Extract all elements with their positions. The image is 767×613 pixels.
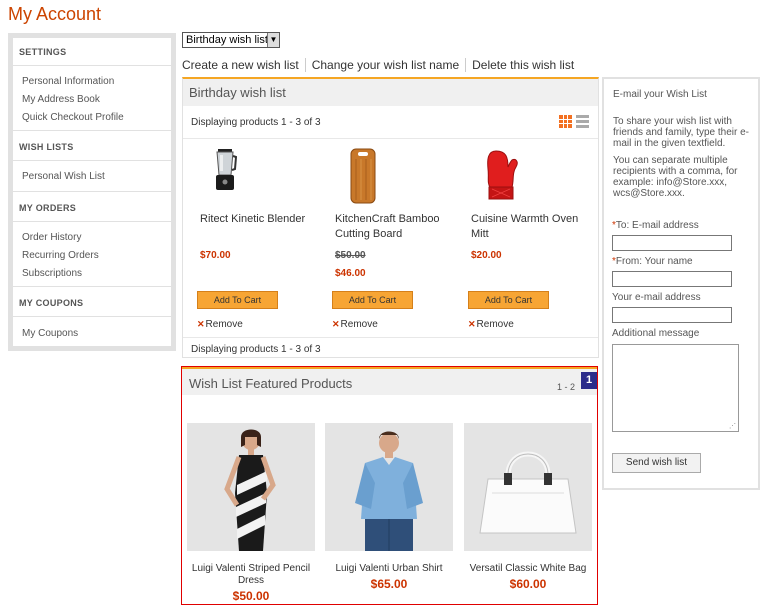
- list-view-icon[interactable]: [576, 115, 589, 128]
- close-icon: ✕: [197, 319, 205, 329]
- featured-paging: 1 - 2: [556, 382, 575, 392]
- delete-wish-list-link[interactable]: Delete this wish list: [472, 58, 574, 72]
- wish-list-actions: Create a new wish list Change your wish …: [182, 58, 574, 72]
- remove-link[interactable]: ✕Remove: [468, 319, 514, 330]
- sidebar-heading-wish-lists: WISH LISTS: [19, 142, 74, 152]
- product-name[interactable]: Cuisine Warmth Oven Mitt: [471, 212, 591, 242]
- wish-list-title: Birthday wish list: [183, 79, 598, 106]
- sidebar-item-personal-wish-list[interactable]: Personal Wish List: [22, 171, 105, 182]
- sidebar-heading-my-coupons: MY COUPONS: [19, 298, 84, 308]
- bag-image[interactable]: [464, 423, 592, 551]
- send-wish-list-button[interactable]: Send wish list: [612, 453, 701, 473]
- divider: [13, 316, 171, 317]
- chevron-down-icon[interactable]: ▼: [267, 33, 279, 47]
- featured-product-price: $65.00: [370, 577, 408, 591]
- featured-product-name[interactable]: Versatil Classic White Bag: [464, 563, 592, 575]
- from-name-label-text: From: Your name: [615, 256, 693, 267]
- from-name-label: *From: Your name: [612, 256, 693, 267]
- featured-product: Versatil Classic White Bag $60.00: [464, 423, 592, 591]
- message-label: Additional message: [612, 328, 700, 339]
- wish-list-product: Cuisine Warmth Oven Mitt $20.00 Add To C…: [468, 147, 598, 330]
- resize-grip-icon[interactable]: ⋰: [729, 422, 736, 430]
- featured-product-price: $60.00: [509, 577, 547, 591]
- divider: [304, 58, 306, 72]
- divider: [13, 221, 171, 222]
- divider: [13, 286, 171, 287]
- featured-product-price: $50.00: [232, 589, 270, 603]
- product-price: $20.00: [471, 250, 502, 261]
- product-old-price: $50.00: [335, 250, 366, 261]
- add-to-cart-button[interactable]: Add To Cart: [332, 291, 413, 309]
- add-to-cart-button[interactable]: Add To Cart: [468, 291, 549, 309]
- featured-product: Luigi Valenti Striped Pencil Dress $50.0…: [187, 423, 315, 603]
- your-email-input[interactable]: [612, 307, 732, 323]
- remove-label: Remove: [476, 319, 514, 330]
- sidebar-item-order-history[interactable]: Order History: [22, 232, 81, 243]
- remove-link[interactable]: ✕Remove: [332, 319, 378, 330]
- cutting-board-image[interactable]: [332, 147, 462, 204]
- sidebar-item-subscriptions[interactable]: Subscriptions: [22, 268, 82, 279]
- divider: [465, 58, 467, 72]
- email-instructions: To share your wish list with friends and…: [613, 116, 749, 149]
- wish-list-panel: Birthday wish list Displaying products 1…: [182, 77, 599, 358]
- displaying-count-bottom: Displaying products 1 - 3 of 3: [191, 344, 321, 355]
- divider: [13, 130, 171, 131]
- product-name[interactable]: Ritect Kinetic Blender: [200, 212, 320, 227]
- sidebar-item-address-book[interactable]: My Address Book: [22, 94, 100, 105]
- wish-list-product: Ritect Kinetic Blender $70.00 Add To Car…: [197, 147, 327, 330]
- wish-list-select-value: Birthday wish list: [186, 34, 268, 46]
- dress-image[interactable]: [187, 423, 315, 551]
- sidebar-item-recurring-orders[interactable]: Recurring Orders: [22, 250, 99, 261]
- remove-label: Remove: [205, 319, 243, 330]
- displaying-count-top: Displaying products 1 - 3 of 3: [191, 117, 321, 128]
- featured-header: Wish List Featured Products 1 - 2 1: [182, 367, 597, 395]
- sidebar-item-quick-checkout-profile[interactable]: Quick Checkout Profile: [22, 112, 124, 123]
- account-sidebar: SETTINGS Personal Information My Address…: [8, 33, 176, 351]
- featured-products-panel: Wish List Featured Products 1 - 2 1 Luig…: [181, 366, 598, 605]
- from-name-input[interactable]: [612, 271, 732, 287]
- close-icon: ✕: [468, 319, 476, 329]
- page-title: My Account: [8, 4, 102, 24]
- grid-view-icon[interactable]: [559, 115, 572, 128]
- sidebar-item-personal-information[interactable]: Personal Information: [22, 76, 114, 87]
- product-price: $70.00: [200, 250, 231, 261]
- remove-label: Remove: [340, 319, 378, 330]
- divider: [13, 65, 171, 66]
- to-email-label-text: To: E-mail address: [615, 220, 699, 231]
- email-wish-list-panel: E-mail your Wish List To share your wish…: [602, 77, 760, 490]
- wish-list-select[interactable]: Birthday wish list ▼: [182, 32, 280, 48]
- email-panel-title: E-mail your Wish List: [613, 89, 707, 100]
- sidebar-heading-settings: SETTINGS: [19, 47, 67, 57]
- featured-product-name[interactable]: Luigi Valenti Striped Pencil Dress: [187, 563, 315, 587]
- to-email-input[interactable]: [612, 235, 732, 251]
- featured-product: Luigi Valenti Urban Shirt $65.00: [325, 423, 453, 591]
- email-separator-hint: You can separate multiple recipients wit…: [613, 155, 738, 199]
- blender-image[interactable]: [197, 147, 327, 203]
- divider: [13, 191, 171, 192]
- divider: [183, 337, 598, 338]
- featured-product-name[interactable]: Luigi Valenti Urban Shirt: [325, 563, 453, 575]
- wish-list-product: KitchenCraft Bamboo Cutting Board $50.00…: [332, 147, 462, 330]
- shirt-image[interactable]: [325, 423, 453, 551]
- oven-mitt-image[interactable]: [468, 147, 598, 203]
- product-price: $46.00: [335, 268, 366, 279]
- remove-link[interactable]: ✕Remove: [197, 319, 243, 330]
- message-textarea[interactable]: ⋰: [612, 344, 739, 432]
- add-to-cart-button[interactable]: Add To Cart: [197, 291, 278, 309]
- product-name[interactable]: KitchenCraft Bamboo Cutting Board: [335, 212, 455, 242]
- rename-wish-list-link[interactable]: Change your wish list name: [312, 58, 459, 72]
- close-icon: ✕: [332, 319, 340, 329]
- marker-badge: 1: [581, 372, 597, 389]
- divider: [13, 160, 171, 161]
- divider: [183, 138, 598, 139]
- to-email-label: *To: E-mail address: [612, 220, 699, 231]
- sidebar-heading-my-orders: MY ORDERS: [19, 203, 77, 213]
- featured-title: Wish List Featured Products: [189, 376, 353, 391]
- create-wish-list-link[interactable]: Create a new wish list: [182, 58, 299, 72]
- your-email-label: Your e-mail address: [612, 292, 701, 303]
- sidebar-item-my-coupons[interactable]: My Coupons: [22, 328, 78, 339]
